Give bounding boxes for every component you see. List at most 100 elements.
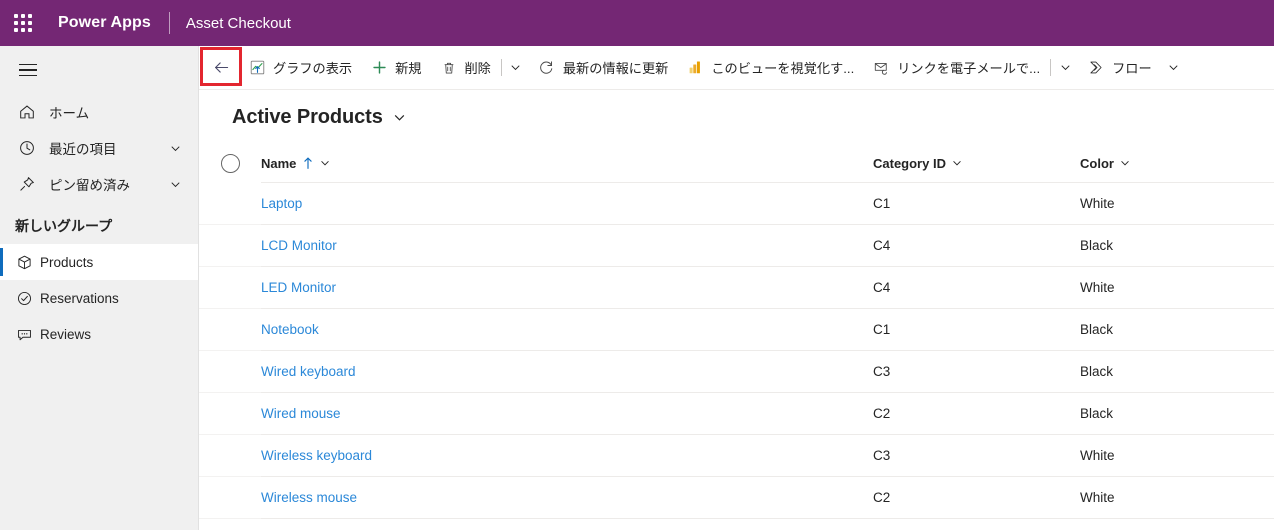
cell-name: Wireless mouse (261, 490, 873, 505)
email-link-chevron-down-icon[interactable] (1052, 48, 1078, 88)
table-row[interactable]: LED Monitor C4 White (199, 267, 1274, 309)
column-menu-color-chevron-down-icon[interactable] (1119, 157, 1131, 169)
sidebar: ホーム 最近の項目 ピン留め済み 新しいグループ Products Reserv… (0, 46, 199, 530)
home-icon (16, 101, 38, 123)
column-menu-name-chevron-down-icon[interactable] (319, 157, 331, 169)
table-row[interactable]: Wireless mouse C2 White (199, 477, 1274, 519)
cell-color: White (1080, 448, 1274, 463)
table-row[interactable]: Wireless keyboard C3 White (199, 435, 1274, 477)
record-link[interactable]: LED Monitor (261, 280, 336, 295)
cell-name: Wired keyboard (261, 364, 873, 379)
sidebar-item-pinned[interactable]: ピン留め済み (0, 166, 198, 202)
cell-name: Laptop (261, 196, 873, 211)
column-header-category-id[interactable]: Category ID (873, 156, 1080, 171)
separator (500, 59, 502, 76)
flow-button[interactable]: フロー (1078, 48, 1161, 88)
new-button[interactable]: 新規 (361, 48, 430, 88)
sidebar-group-title: 新しいグループ (15, 218, 113, 234)
app-launcher-button[interactable] (0, 0, 46, 46)
separator (1050, 59, 1052, 76)
cell-color: White (1080, 490, 1274, 505)
color-value: White (1080, 196, 1115, 211)
visualize-view-button[interactable]: このビューを視覚化す... (677, 48, 863, 88)
top-bar: Power Apps Asset Checkout (0, 0, 1274, 46)
view-selector-chevron-down-icon[interactable] (392, 110, 407, 125)
brand-separator (168, 12, 170, 34)
color-value: Black (1080, 238, 1114, 253)
record-link[interactable]: Wired mouse (261, 406, 341, 421)
back-button[interactable] (203, 52, 239, 84)
category-id-value: C1 (873, 322, 891, 337)
flow-label: フロー (1112, 61, 1152, 76)
category-id-value: C4 (873, 238, 891, 253)
column-menu-category-id-chevron-down-icon[interactable] (951, 157, 963, 169)
data-grid: Name Category ID Color Laptop C1 White L… (199, 144, 1274, 519)
table-row[interactable]: Notebook C1 Black (199, 309, 1274, 351)
cell-color: Black (1080, 238, 1274, 253)
comment-icon (14, 324, 34, 344)
sidebar-item-label: Products (40, 254, 94, 270)
delete-button[interactable]: 削除 (431, 48, 500, 88)
cell-category-id: C4 (873, 280, 1080, 295)
sidebar-item-recent[interactable]: 最近の項目 (0, 130, 198, 166)
category-id-value: C2 (873, 490, 891, 505)
refresh-label: 最新の情報に更新 (562, 61, 669, 76)
trash-icon (440, 59, 458, 77)
record-link[interactable]: Notebook (261, 322, 319, 337)
sidebar-item-products[interactable]: Products (0, 244, 198, 280)
email-link-button[interactable]: リンクを電子メールで... (863, 48, 1049, 88)
sidebar-item-reservations[interactable]: Reservations (0, 280, 198, 316)
column-header-color[interactable]: Color (1080, 156, 1274, 171)
category-id-value: C3 (873, 448, 891, 463)
refresh-icon (538, 59, 556, 77)
cell-category-id: C1 (873, 322, 1080, 337)
flow-split-button: フロー (1078, 48, 1187, 88)
table-row[interactable]: Laptop C1 White (199, 183, 1274, 225)
table-row[interactable]: Wired keyboard C3 Black (199, 351, 1274, 393)
select-all-cell (199, 153, 261, 173)
plus-icon (370, 59, 388, 77)
column-header-label: Category ID (873, 155, 946, 171)
chevron-down-icon[interactable] (168, 177, 182, 191)
grid-header-row: Name Category ID Color (199, 144, 1274, 183)
record-link[interactable]: Laptop (261, 196, 302, 211)
cell-color: Black (1080, 322, 1274, 337)
pin-icon (16, 173, 38, 195)
cell-name: LED Monitor (261, 280, 873, 295)
table-row[interactable]: LCD Monitor C4 Black (199, 225, 1274, 267)
app-name[interactable]: Asset Checkout (186, 15, 291, 32)
sidebar-item-home[interactable]: ホーム (0, 94, 198, 130)
sidebar-item-label: Reservations (40, 290, 119, 306)
hamburger-menu-icon[interactable] (4, 46, 52, 94)
cell-color: Black (1080, 364, 1274, 379)
delete-overflow-chevron-down-icon[interactable] (503, 48, 529, 88)
column-header-label: Name (261, 155, 297, 171)
sidebar-item-label: ホーム (49, 106, 90, 121)
show-chart-button[interactable]: グラフの表示 (239, 48, 361, 88)
power-apps-window: Power Apps Asset Checkout ホーム 最近の項目 ピン留め… (0, 0, 1274, 530)
email-link-split-button: リンクを電子メールで... (863, 48, 1078, 88)
refresh-button[interactable]: 最新の情報に更新 (529, 48, 678, 88)
chevron-down-icon[interactable] (168, 141, 182, 155)
column-header-name[interactable]: Name (261, 156, 873, 171)
record-link[interactable]: Wireless keyboard (261, 448, 372, 463)
delete-label: 削除 (464, 61, 491, 76)
record-link[interactable]: Wired keyboard (261, 364, 356, 379)
cell-category-id: C3 (873, 364, 1080, 379)
table-row[interactable]: Wired mouse C2 Black (199, 393, 1274, 435)
sidebar-item-label: ピン留め済み (49, 178, 130, 193)
cell-category-id: C4 (873, 238, 1080, 253)
record-link[interactable]: LCD Monitor (261, 238, 337, 253)
check-circle-icon (14, 288, 34, 308)
record-link[interactable]: Wireless mouse (261, 490, 357, 505)
color-value: Black (1080, 364, 1114, 379)
sidebar-item-reviews[interactable]: Reviews (0, 316, 198, 352)
view-header: Active Products (199, 90, 1274, 144)
color-value: White (1080, 490, 1115, 505)
column-header-label: Color (1080, 155, 1114, 171)
main-content: Active Products Name Category ID Color L… (199, 90, 1274, 530)
select-all-circle[interactable] (220, 153, 240, 173)
app-launcher-icon (14, 14, 32, 32)
brand-title[interactable]: Power Apps (58, 14, 151, 32)
flow-chevron-down-icon[interactable] (1161, 48, 1187, 88)
